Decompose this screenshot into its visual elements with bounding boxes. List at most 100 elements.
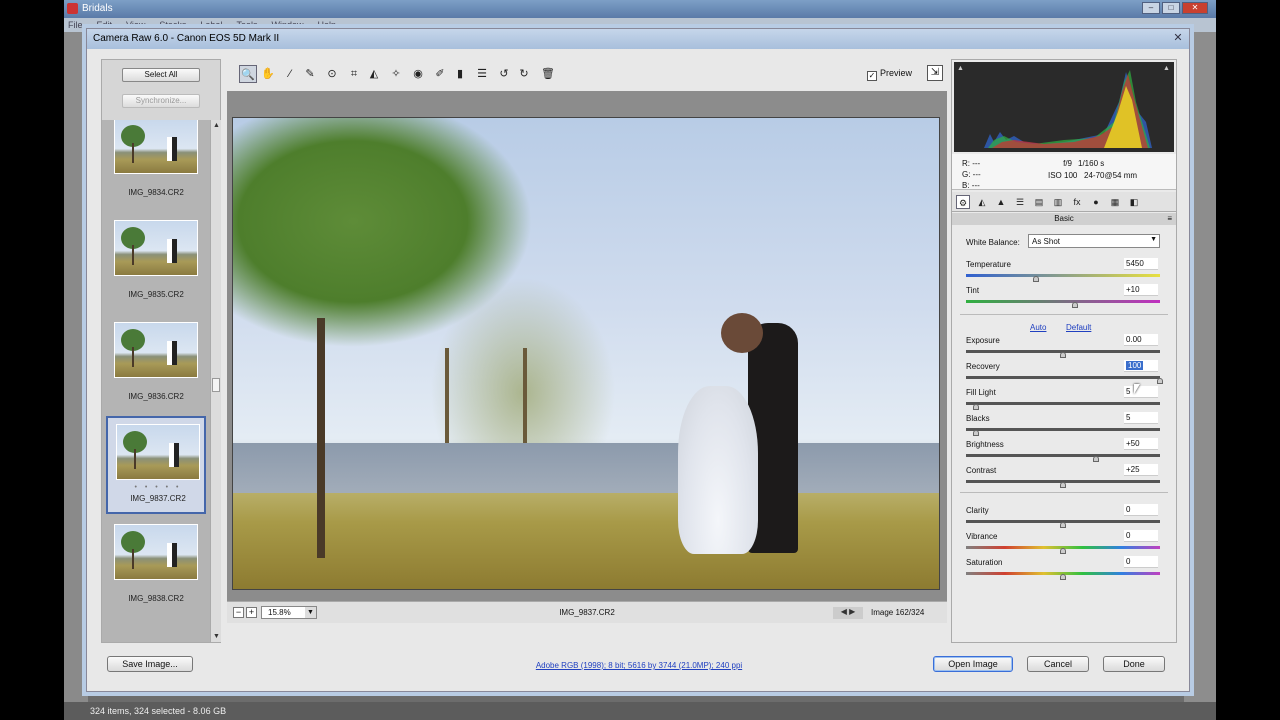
workflow-options-text[interactable]: Adobe RGB (1998); 8 bit; 5616 by 3744 (2… [536, 661, 742, 670]
exposure-value-field[interactable]: 0.00 [1124, 334, 1158, 346]
thumbnail-image[interactable] [114, 120, 198, 174]
vibrance-value-field[interactable]: 0 [1124, 530, 1158, 542]
fill-light-slider[interactable] [966, 402, 1160, 405]
rotate-left-icon[interactable]: ↺ [495, 65, 513, 83]
spot-removal-icon[interactable]: ✧ [387, 65, 405, 83]
rotate-right-icon[interactable]: ↻ [515, 65, 533, 83]
trash-icon[interactable]: 🗑 [539, 65, 557, 83]
color-sampler-icon[interactable]: ✎ [301, 65, 319, 83]
dialog-close-icon[interactable]: ✕ [1171, 31, 1185, 45]
saturation-slider-thumb[interactable] [1060, 574, 1066, 580]
thumbnail-image[interactable] [114, 220, 198, 276]
select-all-button[interactable]: Select All [122, 68, 200, 82]
red-eye-icon[interactable]: ◉ [409, 65, 427, 83]
temperature-slider-thumb[interactable] [1032, 276, 1039, 282]
brightness-slider-thumb[interactable] [1092, 456, 1099, 462]
preview-image[interactable] [232, 117, 940, 590]
hsl-tab-icon[interactable]: ☰ [1013, 195, 1027, 209]
lens-corrections-tab-icon[interactable]: ▥ [1051, 195, 1065, 209]
vibrance-label: Vibrance [966, 532, 998, 541]
recovery-slider-thumb[interactable] [1157, 378, 1163, 384]
temperature-value-field[interactable]: 5450 [1124, 258, 1158, 270]
white-balance-select[interactable]: As Shot ▼ [1028, 234, 1160, 248]
brightness-value-field[interactable]: +50 [1124, 438, 1158, 450]
auto-link[interactable]: Auto [1030, 323, 1046, 332]
filmstrip-item[interactable]: • • • • • IMG_9837.CR2 [106, 416, 206, 514]
filmstrip-item[interactable]: IMG_9834.CR2 [106, 120, 206, 210]
preview-check-icon[interactable]: ✓ [867, 71, 877, 81]
dialog-title: Camera Raw 6.0 - Canon EOS 5D Mark II [93, 33, 280, 44]
filmstrip-scroll-thumb[interactable] [212, 378, 220, 392]
contrast-slider-thumb[interactable] [1060, 482, 1066, 488]
thumb-couple [167, 543, 177, 567]
detail-tab-icon[interactable]: ▲ [994, 195, 1008, 209]
cancel-button[interactable]: Cancel [1027, 656, 1089, 672]
chevron-down-icon[interactable]: ▼ [1150, 236, 1157, 243]
adjustment-brush-icon[interactable]: ✐ [431, 65, 449, 83]
scroll-up-icon[interactable]: ▲ [211, 122, 222, 129]
targeted-adjust-icon[interactable]: ⊙ [323, 65, 341, 83]
close-window-button[interactable]: ✕ [1182, 2, 1208, 14]
default-link[interactable]: Default [1066, 323, 1091, 332]
preferences-icon[interactable]: ☰ [473, 65, 491, 83]
scroll-down-icon[interactable]: ▼ [211, 633, 222, 640]
image-nav-arrows[interactable]: ◀ ▶ [833, 607, 863, 619]
hand-icon[interactable]: ✋ [259, 65, 277, 83]
photo-grass [233, 493, 939, 589]
blacks-value-field[interactable]: 5 [1124, 412, 1158, 424]
photo-bride [678, 386, 758, 554]
menu-item-file[interactable]: File [68, 20, 83, 30]
done-button[interactable]: Done [1103, 656, 1165, 672]
recovery-value-field[interactable]: 100 [1124, 360, 1158, 372]
straighten-icon[interactable]: ◭ [365, 65, 383, 83]
fill-light-value-field[interactable]: 5 [1124, 386, 1158, 398]
clarity-value-field[interactable]: 0 [1124, 504, 1158, 516]
zoom-icon[interactable]: 🔍 [239, 65, 257, 83]
filmstrip-scrollbar[interactable]: ▲ ▼ [210, 120, 221, 642]
image-info: R: --- G: --- B: --- f/9 1/160 s ISO 100 2… [952, 154, 1176, 190]
filmstrip-item[interactable]: IMG_9838.CR2 [106, 518, 206, 616]
camera-calibration-tab-icon[interactable]: ● [1089, 195, 1103, 209]
fill-light-slider-thumb[interactable] [972, 404, 979, 410]
clarity-slider-thumb[interactable] [1060, 522, 1066, 528]
graduated-filter-icon[interactable]: ▮ [451, 65, 469, 83]
vibrance-slider-thumb[interactable] [1060, 548, 1066, 554]
panel-menu-icon[interactable]: ≡ [1167, 213, 1172, 225]
blacks-slider-thumb[interactable] [972, 430, 979, 436]
clarity-label: Clarity [966, 506, 989, 515]
filmstrip-item[interactable]: IMG_9836.CR2 [106, 316, 206, 414]
exposure-slider-thumb[interactable] [1060, 352, 1066, 358]
basic-tab-icon[interactable]: ⚙ [956, 195, 970, 209]
fullscreen-toggle-button[interactable]: ⇲ [927, 65, 943, 81]
thumbnail-image[interactable] [114, 524, 198, 580]
white-balance-icon[interactable]: ⁄ [281, 65, 299, 83]
saturation-value-field[interactable]: 0 [1124, 556, 1158, 568]
temperature-slider[interactable] [966, 274, 1160, 277]
thumb-trunk [132, 347, 134, 367]
lens: 24-70@54 mm [1084, 171, 1138, 180]
contrast-value-field[interactable]: +25 [1124, 464, 1158, 476]
effects-tab-icon[interactable]: fx [1070, 195, 1084, 209]
recovery-label: Recovery [966, 362, 1000, 371]
tint-slider[interactable] [966, 300, 1160, 303]
split-toning-tab-icon[interactable]: ▤ [1032, 195, 1046, 209]
blacks-slider[interactable] [966, 428, 1160, 431]
minimize-button[interactable]: – [1142, 2, 1160, 14]
filmstrip-item[interactable]: IMG_9835.CR2 [106, 214, 206, 312]
thumbnail-image[interactable] [116, 424, 200, 480]
open-image-button[interactable]: Open Image [933, 656, 1013, 672]
snapshots-tab-icon[interactable]: ◧ [1127, 195, 1141, 209]
synchronize-button[interactable]: Synchronize... [122, 94, 200, 108]
thumbnail-image[interactable] [114, 322, 198, 378]
preview-checkbox[interactable]: ✓ Preview [867, 68, 912, 81]
tint-value-field[interactable]: +10 [1124, 284, 1158, 296]
fill-light-value: 5 [1126, 387, 1131, 396]
tone-curve-tab-icon[interactable]: ◭ [975, 195, 989, 209]
recovery-slider[interactable] [966, 376, 1160, 379]
rating-stars[interactable]: • • • • • [108, 484, 208, 491]
crop-icon[interactable]: ⌗ [345, 65, 363, 83]
brightness-slider[interactable] [966, 454, 1160, 457]
presets-tab-icon[interactable]: ▦ [1108, 195, 1122, 209]
maximize-button[interactable]: □ [1162, 2, 1180, 14]
tint-slider-thumb[interactable] [1071, 302, 1078, 308]
